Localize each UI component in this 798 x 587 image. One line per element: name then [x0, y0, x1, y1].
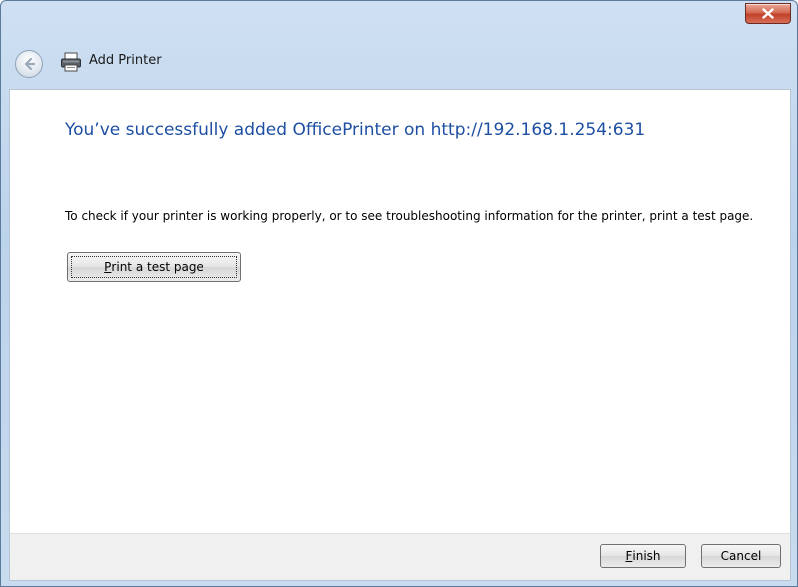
finish-button[interactable]: Finish [600, 544, 686, 568]
back-arrow-icon [24, 57, 36, 71]
instruction-text: To check if your printer is working prop… [65, 209, 754, 223]
print-test-page-label: rint a test page [111, 260, 204, 274]
success-headline: You’ve successfully added OfficePrinter … [65, 120, 646, 140]
window-title: Add Printer [89, 53, 162, 68]
finish-label: inish [632, 549, 661, 563]
print-test-page-mnemonic: P [104, 260, 112, 274]
close-button[interactable] [745, 3, 791, 24]
back-button[interactable] [15, 50, 43, 78]
printer-icon [61, 52, 81, 72]
wizard-footer: Finish Cancel [9, 533, 791, 581]
close-icon [762, 8, 774, 19]
cancel-button[interactable]: Cancel [701, 544, 781, 568]
navigation-bar: Add Printer [1, 31, 797, 89]
title-bar[interactable] [1, 1, 797, 31]
wizard-content: You’ve successfully added OfficePrinter … [9, 89, 791, 535]
add-printer-window: Add Printer You’ve successfully added Of… [0, 0, 798, 587]
finish-mnemonic: F [625, 549, 633, 563]
print-test-page-button[interactable]: Print a test page [67, 252, 241, 282]
